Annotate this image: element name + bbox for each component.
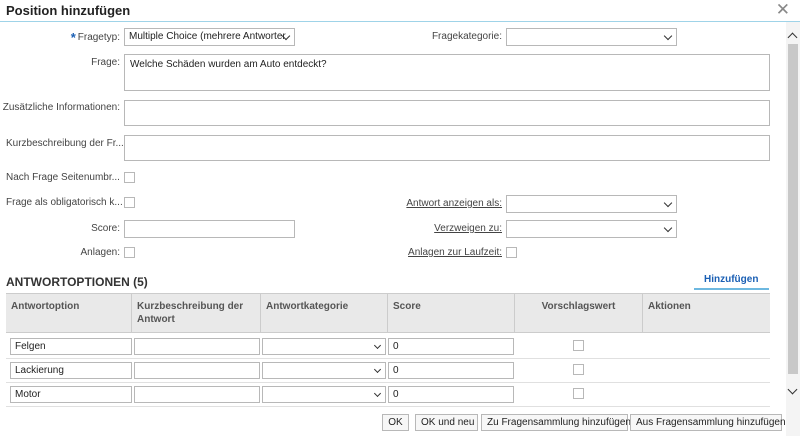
zusatz-label: Zusätzliche Informationen:: [2, 102, 120, 113]
anlagen-laufzeit-label: Anlagen zur Laufzeit:: [408, 247, 502, 258]
ok-button[interactable]: OK: [382, 414, 409, 431]
frage-textarea[interactable]: Welche Schäden wurden am Auto entdeckt?: [124, 54, 770, 91]
obligatorisch-checkbox[interactable]: [124, 197, 135, 208]
chevron-down-icon: [373, 389, 382, 398]
answer-score-input[interactable]: 0: [388, 362, 514, 379]
answer-default-checkbox[interactable]: [573, 364, 584, 375]
frage-label: Frage:: [91, 57, 120, 68]
add-to-collection-button[interactable]: Zu Fragensammlung hinzufügen: [481, 414, 631, 431]
kurzbeschreibung-textarea[interactable]: [124, 135, 770, 161]
dialog-titlebar: Position hinzufügen ✕: [0, 0, 800, 22]
from-collection-button[interactable]: Aus Fragensammlung hinzufügen: [630, 414, 786, 431]
chevron-down-icon[interactable]: [787, 384, 798, 395]
add-answer-link[interactable]: Hinzufügen: [704, 274, 758, 285]
scrollbar-thumb[interactable]: [788, 44, 798, 374]
chevron-down-icon: [373, 341, 382, 350]
column-header: Score: [388, 294, 515, 332]
answer-option-input[interactable]: Motor: [10, 386, 132, 403]
antwort-anzeigen-label: Antwort anzeigen als:: [406, 198, 502, 209]
fragekategorie-select[interactable]: [506, 28, 677, 46]
obligatorisch-label: Frage als obligatorisch k...: [6, 197, 123, 208]
fragetyp-select[interactable]: Multiple Choice (mehrere Antworter: [124, 28, 295, 46]
answer-category-select[interactable]: [262, 362, 386, 379]
answer-category-select[interactable]: [262, 386, 386, 403]
kurzbeschreibung-label: Kurzbeschreibung der Fr...: [6, 138, 124, 149]
zusatz-textarea[interactable]: [124, 100, 770, 126]
chevron-up-icon[interactable]: [787, 32, 798, 43]
antwort-anzeigen-select[interactable]: [506, 195, 677, 213]
column-header: Antwortoption: [6, 294, 132, 332]
answer-default-checkbox[interactable]: [573, 340, 584, 351]
fragetyp-label-text: Fragetyp:: [77, 32, 120, 43]
table-row: Lackierung 0: [6, 359, 770, 383]
chevron-down-icon: [663, 31, 673, 41]
dialog-content: * Fragetyp: Multiple Choice (mehrere Antw…: [0, 22, 786, 436]
seitenumbruch-checkbox[interactable]: [124, 172, 135, 183]
chevron-down-icon: [663, 198, 673, 208]
answer-score-input[interactable]: 0: [388, 338, 514, 355]
answers-section-title: ANTWORTOPTIONEN (5): [6, 275, 148, 289]
dialog-title: Position hinzufügen: [6, 3, 131, 18]
score-label: Score:: [91, 223, 120, 234]
anlagen-label: Anlagen:: [80, 247, 120, 258]
answer-score-input[interactable]: 0: [388, 386, 514, 403]
column-header: Kurzbeschreibung der Antwort: [132, 294, 261, 332]
verzweigen-label: Verzweigen zu:: [434, 223, 502, 234]
fragetyp-value: Multiple Choice (mehrere Antworter: [129, 31, 286, 42]
table-row: Motor 0: [6, 383, 770, 407]
column-header: Vorschlagswert: [515, 294, 643, 332]
score-input[interactable]: [124, 220, 295, 238]
ok-and-new-button[interactable]: OK und neu: [415, 414, 478, 431]
chevron-down-icon: [663, 223, 673, 233]
anlagen-checkbox[interactable]: [124, 247, 135, 258]
answer-option-input[interactable]: Felgen: [10, 338, 132, 355]
answer-option-input[interactable]: Lackierung: [10, 362, 132, 379]
column-header: Aktionen: [648, 301, 691, 312]
add-link-underline: [694, 288, 769, 290]
chevron-down-icon: [373, 365, 382, 374]
seitenumbruch-label: Nach Frage Seitenumbr...: [6, 172, 120, 183]
required-mark: *: [70, 30, 76, 45]
answers-table-header: Antwortoption Kurzbeschreibung der Antwo…: [6, 293, 770, 333]
anlagen-laufzeit-checkbox[interactable]: [506, 247, 517, 258]
verzweigen-select[interactable]: [506, 220, 677, 238]
close-icon[interactable]: ✕: [776, 1, 790, 19]
table-row: Felgen 0: [6, 335, 770, 359]
answer-short-input[interactable]: [134, 338, 260, 355]
answer-short-input[interactable]: [134, 386, 260, 403]
vertical-scrollbar[interactable]: [786, 22, 800, 436]
answer-short-input[interactable]: [134, 362, 260, 379]
answer-category-select[interactable]: [262, 338, 386, 355]
column-header: Antwortkategorie: [261, 294, 388, 332]
answer-default-checkbox[interactable]: [573, 388, 584, 399]
fragetyp-label: * Fragetyp:: [40, 28, 120, 45]
fragekategorie-label: Fragekategorie:: [431, 31, 502, 42]
